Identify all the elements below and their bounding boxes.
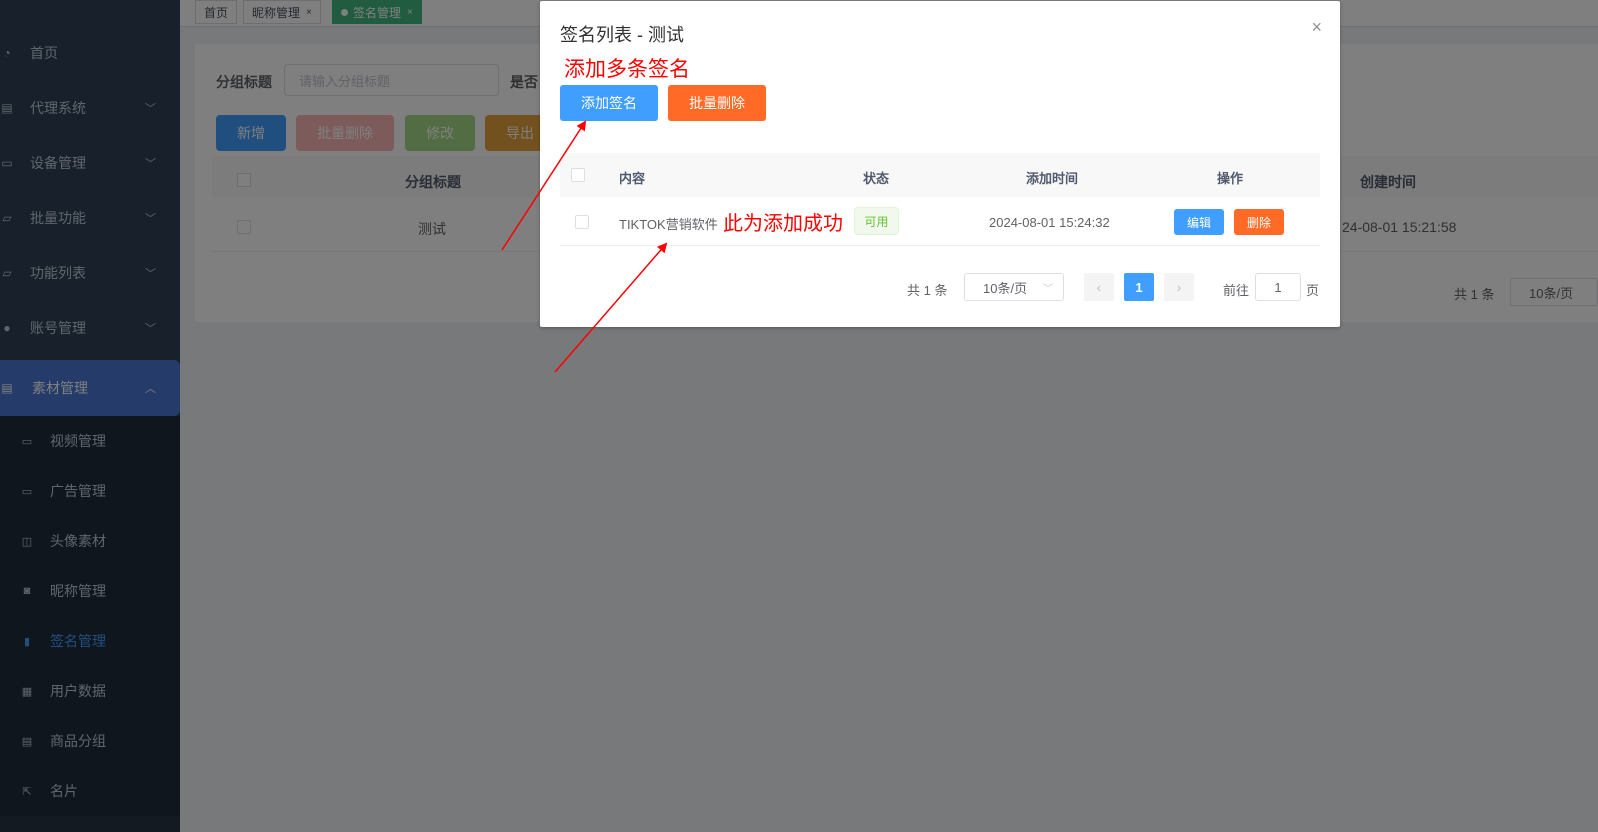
dialog-row-checkbox[interactable] (575, 215, 589, 229)
chevron-right-icon: › (1176, 279, 1182, 295)
chevron-left-icon: ‹ (1096, 279, 1102, 295)
close-icon[interactable]: × (1311, 17, 1322, 38)
goto-page-input[interactable]: 1 (1255, 273, 1301, 301)
next-page-button[interactable]: › (1164, 273, 1194, 301)
status-label: 可用 (864, 214, 889, 229)
status-badge: 可用 (854, 207, 899, 235)
edit-label: 编辑 (1186, 215, 1211, 230)
annotation-added-success: 此为添加成功 (723, 213, 843, 235)
prev-page-button[interactable]: ‹ (1084, 273, 1114, 301)
annotation-add-multiple: 添加多条签名 (564, 58, 690, 81)
cell-added-time: 2024-08-01 15:24:32 (989, 215, 1110, 230)
dialog-row-divider (560, 245, 1320, 246)
dth-added-time: 添加时间 (1026, 171, 1079, 186)
delete-label: 删除 (1246, 215, 1271, 230)
page-number-button[interactable]: 1 (1124, 273, 1154, 301)
dialog-pagination-total: 共 1 条 (907, 283, 948, 298)
dth-status: 状态 (863, 171, 890, 186)
dialog-title: 签名列表 - 测试 (560, 25, 684, 45)
add-signature-label: 添加签名 (581, 95, 637, 111)
delete-button[interactable]: 删除 (1234, 209, 1284, 235)
add-signature-button[interactable]: 添加签名 (560, 85, 658, 121)
cell-content: TIKTOK营销软件 (619, 217, 718, 232)
dialog-table-header (560, 153, 1320, 197)
dialog-page-size-select[interactable]: 10条/页 ﹀ (964, 273, 1064, 301)
dialog-batch-delete-button[interactable]: 批量删除 (668, 85, 766, 121)
goto-label: 前往 (1223, 283, 1250, 298)
goto-page-value: 1 (1274, 279, 1282, 295)
signature-list-dialog: 签名列表 - 测试 × 添加多条签名 添加签名 批量删除 内容 状态 添加时间 … (540, 1, 1340, 327)
page-suffix-label: 页 (1306, 283, 1320, 298)
dialog-page-size-value: 10条/页 (983, 280, 1028, 296)
dth-content: 内容 (619, 171, 646, 186)
chevron-down-icon: ﹀ (1043, 283, 1053, 295)
dialog-select-all-checkbox[interactable] (571, 168, 585, 182)
dth-operation: 操作 (1217, 171, 1244, 186)
current-page-number: 1 (1135, 279, 1143, 295)
edit-button[interactable]: 编辑 (1174, 209, 1224, 235)
dialog-batch-delete-label: 批量删除 (689, 95, 745, 111)
